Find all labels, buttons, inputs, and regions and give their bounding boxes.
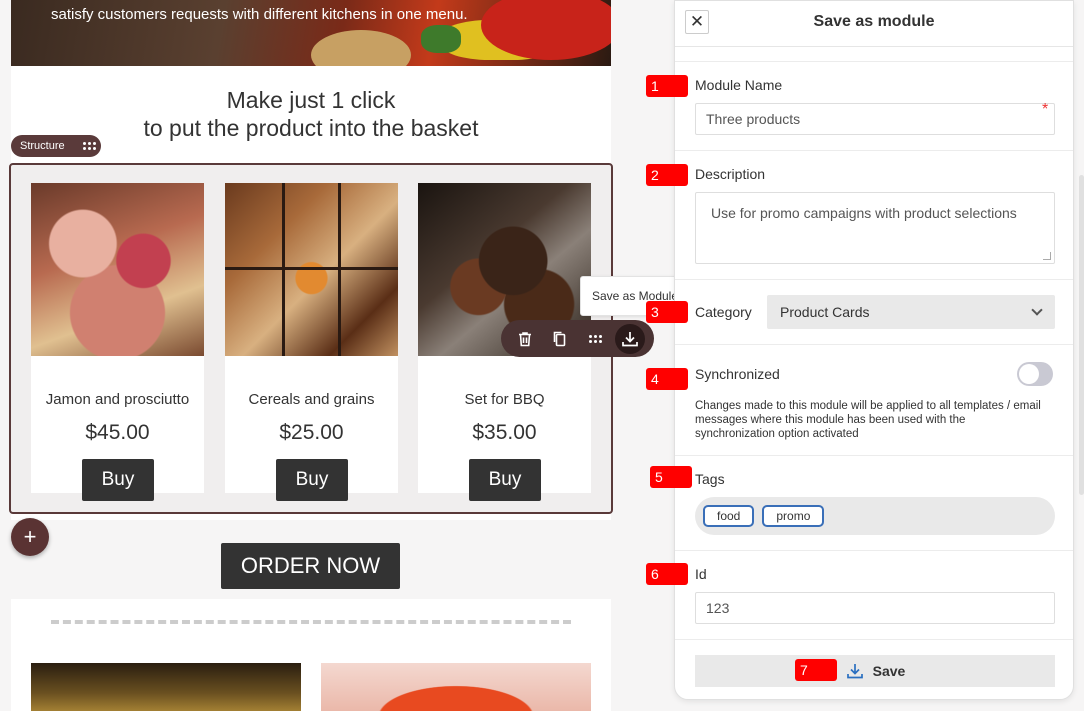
resize-handle-icon[interactable] xyxy=(1043,252,1051,260)
copy-icon xyxy=(553,331,566,346)
product-name: Jamon and prosciutto xyxy=(45,391,190,408)
description-label: Description xyxy=(695,166,766,182)
save-module-panel: ✕ Save as module Module Name Three produ… xyxy=(674,0,1074,700)
module-name-input[interactable]: Three products xyxy=(695,103,1055,135)
marker-7: 7 xyxy=(795,659,837,681)
description-text: Use for promo campaigns with product sel… xyxy=(711,205,1017,221)
category-label: Category xyxy=(695,304,752,320)
product-image xyxy=(31,183,204,356)
panel-header: ✕ Save as module xyxy=(675,1,1073,47)
divider xyxy=(675,455,1073,456)
marker-3: 3 xyxy=(646,301,688,323)
marker-4: 4 xyxy=(646,368,688,390)
product-price: $25.00 xyxy=(279,421,344,444)
buy-button[interactable]: Buy xyxy=(82,459,154,501)
headline: Make just 1 click to put the product int… xyxy=(11,86,611,142)
delete-button[interactable] xyxy=(510,324,540,354)
tags-field[interactable]: food promo xyxy=(695,497,1055,535)
download-icon xyxy=(846,664,863,679)
divider xyxy=(675,550,1073,551)
product-image xyxy=(225,183,398,356)
structure-label: Structure xyxy=(20,140,65,152)
divider xyxy=(675,61,1073,62)
dashed-divider xyxy=(51,620,571,624)
synchronized-hint: Changes made to this module will be appl… xyxy=(695,400,1041,440)
marker-1: 1 xyxy=(646,75,688,97)
drag-handle-icon[interactable] xyxy=(82,142,96,150)
panel-scrollbar[interactable] xyxy=(1079,175,1084,495)
order-now-button[interactable]: ORDER NOW xyxy=(221,543,400,589)
copy-button[interactable] xyxy=(545,324,575,354)
product-card[interactable]: Jamon and prosciutto $45.00 Buy xyxy=(31,183,204,501)
tag-chip[interactable]: food xyxy=(703,505,755,527)
save-label: Save xyxy=(872,663,906,679)
add-structure-button[interactable]: + xyxy=(11,518,49,556)
module-name-label: Module Name xyxy=(695,77,783,93)
headline-line-2: to put the product into the basket xyxy=(143,115,479,141)
divider xyxy=(675,344,1073,345)
hero-text: satisfy customers requests with differen… xyxy=(51,6,468,23)
description-textarea[interactable]: Use for promo campaigns with product sel… xyxy=(695,192,1055,264)
category-value: Product Cards xyxy=(780,304,870,320)
divider xyxy=(675,279,1073,280)
required-mark: * xyxy=(1042,101,1049,118)
bottom-image-right xyxy=(321,663,591,711)
save-as-module-button[interactable] xyxy=(615,323,646,354)
id-input[interactable]: 123 xyxy=(695,592,1055,624)
product-name: Set for BBQ xyxy=(464,391,545,408)
headline-line-1: Make just 1 click xyxy=(226,87,396,113)
product-price: $35.00 xyxy=(472,421,537,444)
panel-title: Save as module xyxy=(813,13,935,30)
buy-button[interactable]: Buy xyxy=(469,459,541,501)
move-button[interactable] xyxy=(580,324,610,354)
hero-banner-image: satisfy customers requests with differen… xyxy=(11,0,611,66)
synchronized-toggle[interactable] xyxy=(1017,362,1053,386)
synchronized-label: Synchronized xyxy=(695,366,780,382)
marker-6: 6 xyxy=(646,563,688,585)
divider xyxy=(675,150,1073,151)
trash-icon xyxy=(518,331,531,346)
drag-dots-icon xyxy=(588,334,602,343)
bottom-image-left xyxy=(31,663,301,711)
category-select[interactable]: Product Cards xyxy=(767,295,1055,329)
download-icon xyxy=(622,331,639,346)
product-card[interactable]: Cereals and grains $25.00 Buy xyxy=(225,183,398,501)
structure-label-pill[interactable]: Structure xyxy=(11,135,101,157)
tags-label: Tags xyxy=(695,471,725,487)
marker-5: 5 xyxy=(650,466,692,488)
id-label: Id xyxy=(695,566,707,582)
chevron-down-icon xyxy=(1031,304,1043,316)
marker-2: 2 xyxy=(646,164,688,186)
structure-toolbar xyxy=(501,320,654,357)
product-price: $45.00 xyxy=(85,421,150,444)
product-name: Cereals and grains xyxy=(248,391,375,408)
divider xyxy=(675,639,1073,640)
tag-chip[interactable]: promo xyxy=(762,505,825,527)
buy-button[interactable]: Buy xyxy=(276,459,348,501)
save-button[interactable]: Save xyxy=(695,655,1055,687)
